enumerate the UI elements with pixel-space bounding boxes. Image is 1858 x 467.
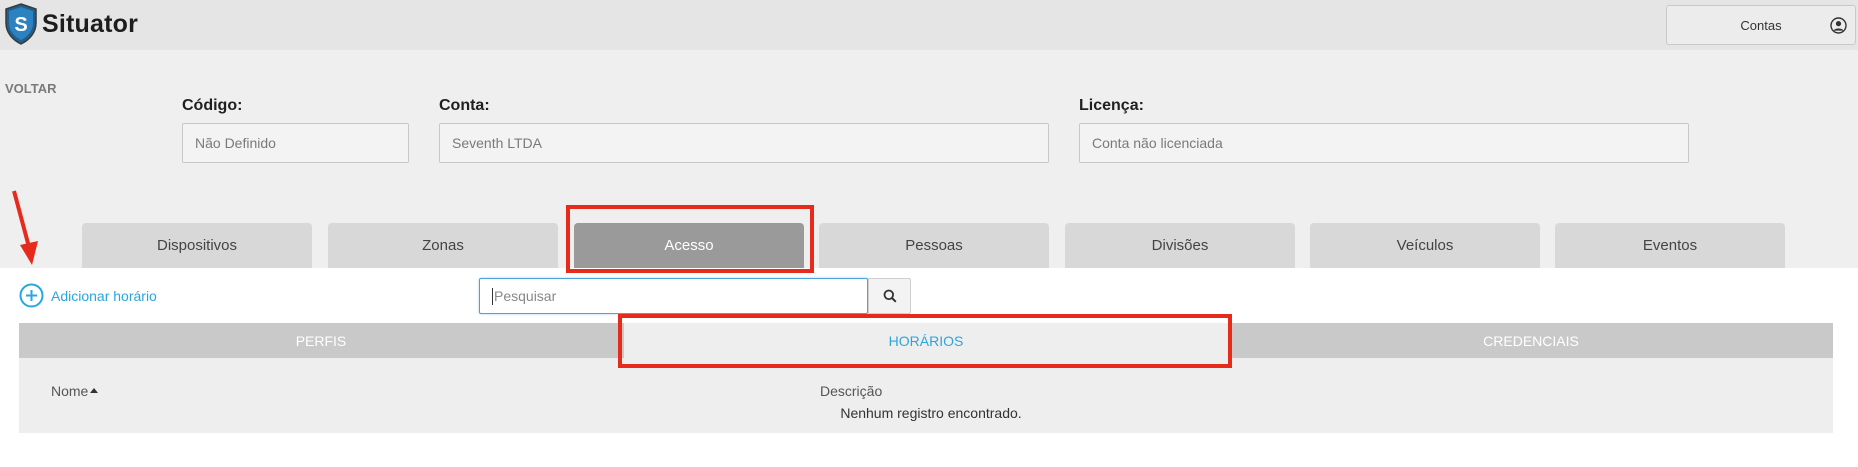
schedules-table: Nome Descrição Nenhum registro encontrad… <box>19 358 1833 433</box>
search-input[interactable]: Pesquisar <box>479 278 868 314</box>
annotation-highlight-horarios <box>618 314 1232 368</box>
app-name: Situator <box>42 9 139 38</box>
annotation-arrow <box>12 190 38 265</box>
logo[interactable]: S Situator <box>4 3 138 45</box>
codigo-label: Código: <box>182 97 243 114</box>
column-nome-label: Nome <box>51 383 89 399</box>
tab-eventos[interactable]: Eventos <box>1555 223 1785 268</box>
tab-dispositivos[interactable]: Dispositivos <box>82 223 312 268</box>
account-label: Contas <box>1740 17 1782 33</box>
conta-label: Conta: <box>439 97 490 114</box>
add-schedule-button[interactable]: Adicionar horário <box>19 283 157 308</box>
column-header-descricao[interactable]: Descrição <box>820 383 882 399</box>
search-icon <box>883 289 897 303</box>
text-caret <box>492 287 493 305</box>
licenca-label: Licença: <box>1079 97 1144 114</box>
sort-ascending-icon <box>90 388 99 393</box>
add-schedule-label: Adicionar horário <box>51 287 157 304</box>
empty-message: Nenhum registro encontrado. <box>840 405 1022 421</box>
codigo-field[interactable]: Não Definido <box>182 123 409 163</box>
page: S Situator Contas VOLTAR Código: Não Def… <box>0 0 1858 467</box>
plus-circle-icon <box>19 283 44 308</box>
tab-veiculos[interactable]: Veículos <box>1310 223 1540 268</box>
user-circle-icon <box>1830 17 1847 34</box>
conta-field[interactable]: Seventh LTDA <box>439 123 1049 163</box>
subtab-perfis[interactable]: PERFIS <box>19 323 623 358</box>
search-placeholder: Pesquisar <box>494 288 557 304</box>
tab-zonas[interactable]: Zonas <box>328 223 558 268</box>
column-header-nome[interactable]: Nome <box>51 383 99 399</box>
back-link[interactable]: VOLTAR <box>5 81 57 96</box>
tab-pessoas[interactable]: Pessoas <box>819 223 1049 268</box>
licenca-field[interactable]: Conta não licenciada <box>1079 123 1689 163</box>
logo-letter: S <box>14 14 27 36</box>
subtab-credenciais[interactable]: CREDENCIAIS <box>1229 323 1833 358</box>
annotation-highlight-acesso <box>566 205 814 273</box>
account-button[interactable]: Contas <box>1666 5 1856 45</box>
tab-divisoes[interactable]: Divisões <box>1065 223 1295 268</box>
shield-logo-icon: S <box>5 3 37 45</box>
top-header: S Situator Contas <box>0 0 1858 50</box>
search-button[interactable] <box>868 278 911 314</box>
